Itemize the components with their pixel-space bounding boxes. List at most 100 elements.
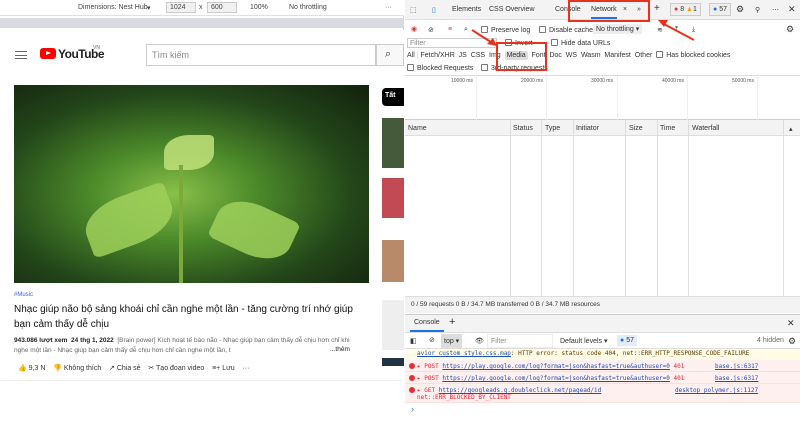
kebab-icon[interactable]: ⋯ [772,6,779,14]
column-time[interactable]: Time [660,125,675,132]
messages-counter[interactable]: ● 57 [709,3,731,16]
hide-data-urls-checkbox[interactable]: Hide data URLs [551,39,610,47]
close-drawer-icon[interactable]: ✕ [787,318,795,329]
error-url-link[interactable]: https://play.google.com/log?format=json&… [442,363,670,370]
sort-icon[interactable]: ▴ [789,125,793,133]
type-js[interactable]: JS [459,52,467,59]
zoom-select[interactable]: 100% [250,4,268,11]
drawer-tab-console[interactable]: Console [410,319,444,332]
sidebar-toggle-icon[interactable]: ◧ [410,337,417,345]
tab-css-overview[interactable]: CSS Overview [489,6,535,13]
invert-checkbox[interactable]: Invert [505,39,533,47]
chip-all[interactable]: Tất [382,88,404,106]
youtube-logo-icon[interactable] [40,48,56,59]
clip-button[interactable]: ✂ Tạo đoạn video [148,365,204,372]
throttling-select[interactable]: No throttling ▾ [593,24,643,34]
inspect-icon[interactable]: ⬚ [410,6,417,14]
wifi-icon[interactable]: ≋ [657,26,663,34]
search-icon[interactable]: ⌕ [464,26,468,34]
type-wasm[interactable]: Wasm [581,52,601,59]
error-source-link[interactable]: desktop_polymer.js:1127 [675,387,758,394]
tab-elements[interactable]: Elements [452,6,481,13]
column-status[interactable]: Status [513,125,533,132]
close-tab-icon[interactable]: × [623,6,627,13]
tab-network[interactable]: Network [591,6,617,19]
column-waterfall[interactable]: Waterfall [692,125,719,132]
export-icon[interactable]: ⤓ [692,26,695,34]
type-fetch[interactable]: Fetch/XHR [421,52,455,59]
console-prompt[interactable]: › [411,404,414,414]
console-error: ▸ POST https://play.google.com/log?forma… [405,372,800,384]
show-more-link[interactable]: ...thêm [328,346,350,353]
context-select[interactable]: top ▾ [441,334,463,348]
width-input[interactable]: 1024 [166,2,196,13]
filter-input[interactable]: Filter [407,38,497,48]
share-button[interactable]: ↗ Chia sẻ [109,365,141,372]
timeline-overview[interactable]: 10000 ms 20000 ms 30000 ms 40000 ms 5000… [405,76,800,120]
log-levels-select[interactable]: Default levels ▾ [560,337,608,345]
error-source-link[interactable]: base.js:6317 [715,375,758,382]
type-all[interactable]: All [407,52,415,59]
add-drawer-tab-icon[interactable]: + [449,316,455,328]
network-status-bar: 0 / 59 requests 0 B / 34.7 MB transferre… [405,296,800,313]
video-player[interactable] [14,85,369,283]
console-messages-badge[interactable]: ● 57 [617,335,637,346]
type-manifest[interactable]: Manifest [604,52,630,59]
type-font[interactable]: Font [532,52,546,59]
times-label: x [199,4,203,11]
dimensions-select[interactable]: Dimensions: Nest Hub [78,4,148,11]
media-query-ruler[interactable] [0,18,404,28]
search-icon[interactable]: ⌕ [376,44,404,66]
add-tab-icon[interactable]: + [654,3,660,14]
action-bar: 👍 9,3 N 👎 Không thích ↗ Chia sẻ ✂ Tạo đo… [18,364,249,372]
column-name[interactable]: Name [408,125,427,132]
warning-source-link[interactable]: avior_custom_style.css.map [417,350,511,357]
type-media[interactable]: Media [504,51,528,60]
type-other[interactable]: Other [635,52,653,59]
network-settings-icon[interactable]: ⚙ [786,24,794,35]
import-icon[interactable]: ⤒ [675,26,678,34]
throttling-select[interactable]: No throttling [289,4,327,11]
video-description[interactable]: 943.086 lượt xem 24 thg 1, 2022 [Brain p… [14,336,356,356]
column-initiator[interactable]: Initiator [576,125,599,132]
third-party-checkbox[interactable]: 3rd-party requests [481,64,548,72]
save-button[interactable]: ≡+ Lưu [212,365,235,372]
blocked-requests-checkbox[interactable]: Blocked Requests [407,64,473,72]
has-blocked-cookies-checkbox[interactable]: Has blocked cookies [656,51,730,59]
more-tabs-icon[interactable]: » [637,6,641,13]
column-type[interactable]: Type [545,125,560,132]
filter-icon[interactable]: ≡ [448,26,452,33]
record-icon[interactable]: ◉ [411,25,417,33]
clear-icon[interactable]: ⊘ [428,26,434,34]
disable-cache-checkbox[interactable]: Disable cache [539,26,593,34]
preserve-log-checkbox[interactable]: Preserve log [481,26,530,34]
device-toggle-icon[interactable]: ▯ [432,6,436,14]
type-ws[interactable]: WS [566,52,577,59]
hashtag-link[interactable]: #Music [14,292,33,298]
issues-counter[interactable]: ● 8 ▲1 [670,3,701,16]
type-doc[interactable]: Doc [549,52,561,59]
search-input[interactable]: Tìm kiếm [146,44,376,66]
clear-console-icon[interactable]: ⊘ [429,336,435,344]
live-expression-icon[interactable]: 👁 [475,337,484,345]
more-actions-button[interactable]: ··· [242,365,249,372]
console-filter-input[interactable]: Filter [487,334,553,348]
remote-icon[interactable]: ⚲ [755,6,760,14]
console-settings-icon[interactable]: ⚙ [788,336,796,347]
type-filters: All | Fetch/XHR JS CSS Img Media Font Do… [407,51,731,60]
close-devtools-icon[interactable]: ✕ [788,4,796,15]
error-url-link[interactable]: https://play.google.com/log?format=json&… [442,375,670,382]
settings-icon[interactable]: ⚙ [736,4,744,15]
type-img[interactable]: Img [489,52,501,59]
height-input[interactable]: 600 [207,2,237,13]
more-icon[interactable]: ··· [385,4,392,11]
menu-icon[interactable] [15,51,27,59]
console-error: ▸ POST https://play.google.com/log?forma… [405,360,800,372]
type-css[interactable]: CSS [471,52,485,59]
column-size[interactable]: Size [629,125,643,132]
error-source-link[interactable]: base.js:6317 [715,363,758,370]
error-url-link[interactable]: https://googleads.g.doubleclick.net/page… [439,387,602,394]
dislike-button[interactable]: 👎 Không thích [53,365,101,372]
like-button[interactable]: 👍 9,3 N [18,365,45,372]
tab-console[interactable]: Console [555,6,581,13]
